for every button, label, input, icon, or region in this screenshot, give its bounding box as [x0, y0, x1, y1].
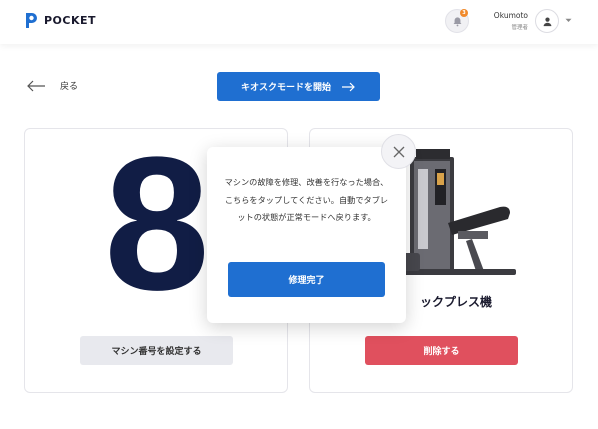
set-machine-number-button[interactable]: マシン番号を設定する	[80, 336, 233, 365]
chevron-down-icon[interactable]	[565, 18, 572, 23]
user-icon	[543, 17, 551, 26]
arrow-right-icon	[342, 82, 355, 91]
avatar[interactable]	[535, 9, 559, 33]
set-number-label: マシン番号を設定する	[111, 347, 202, 357]
back-button[interactable]: 戻る	[26, 79, 78, 92]
back-label: 戻る	[60, 82, 79, 92]
app-header: POCKET 3 Okumoto 管理者	[0, 0, 598, 44]
modal-message: マシンの故障を修理、改善を行なった場合、こちらをタップしてください。自動でタブレ…	[224, 177, 389, 222]
start-kiosk-button[interactable]: キオスクモードを開始	[217, 72, 380, 101]
bell-icon	[453, 16, 461, 26]
user-role: 管理者	[511, 25, 528, 31]
kiosk-button-label: キオスクモードを開始	[240, 83, 331, 93]
close-icon	[393, 146, 404, 157]
repair-complete-modal: マシンの故障を修理、改善を行なった場合、こちらをタップしてください。自動でタブレ…	[207, 147, 406, 323]
delete-label: 削除する	[423, 347, 460, 357]
repair-complete-button[interactable]: 修理完了	[228, 262, 385, 297]
logo[interactable]: POCKET	[24, 11, 96, 29]
user-name: Okumoto	[493, 11, 528, 20]
modal-close-button[interactable]	[381, 134, 416, 169]
arrow-left-icon	[27, 80, 45, 91]
brand-name: POCKET	[44, 13, 97, 27]
delete-button[interactable]: 削除する	[365, 336, 518, 365]
notification-badge: 3	[460, 9, 468, 17]
pocket-logo-icon	[26, 13, 37, 28]
repair-complete-label: 修理完了	[288, 276, 325, 286]
